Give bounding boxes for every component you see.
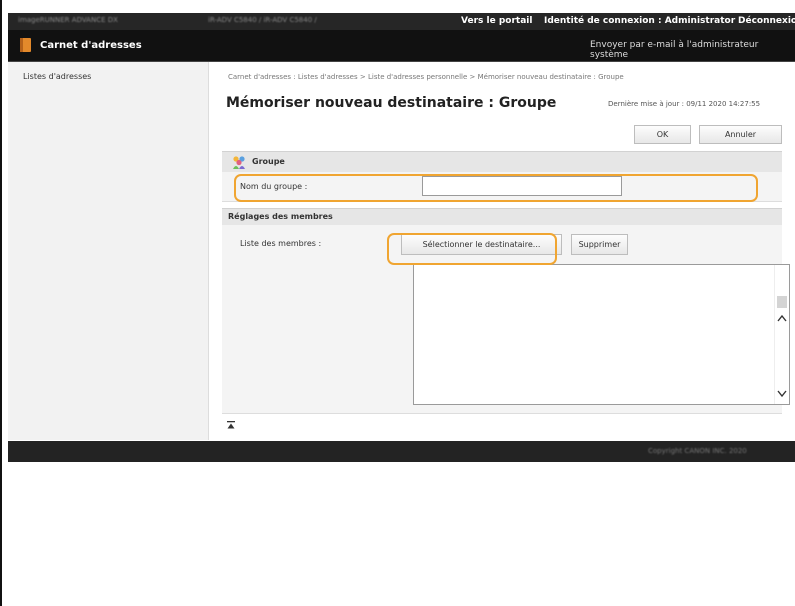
device-name: imageRUNNER ADVANCE DX xyxy=(18,16,118,24)
breadcrumb-separator: > xyxy=(467,73,478,81)
email-admin-link[interactable]: Envoyer par e-mail à l'administrateur sy… xyxy=(590,40,795,60)
cancel-button[interactable]: Annuler xyxy=(699,125,782,144)
member-listbox[interactable] xyxy=(413,264,790,405)
sidebar: Listes d'adresses xyxy=(8,62,209,440)
members-section-heading: Réglages des membres xyxy=(228,212,333,221)
scrollbar-thumb[interactable] xyxy=(777,296,787,308)
group-name-label: Nom du groupe : xyxy=(240,182,308,191)
copyright: Copyright CANON INC. 2020 xyxy=(648,447,747,455)
breadcrumb: Carnet d'adresses : Listes d'adresses > … xyxy=(228,73,624,81)
members-row: Liste des membres : Sélectionner le dest… xyxy=(222,225,790,414)
last-updated: Dernière mise à jour : 09/11 2020 14:27:… xyxy=(608,100,761,108)
sidebar-item-address-lists[interactable]: Listes d'adresses xyxy=(23,72,91,81)
address-book-icon xyxy=(20,38,31,52)
member-list-label: Liste des membres : xyxy=(240,239,322,248)
ok-button[interactable]: OK xyxy=(634,125,691,144)
select-destination-button[interactable]: Sélectionner le destinataire... xyxy=(401,234,562,255)
device-address: iR-ADV C5840 / iR-ADV C5840 / xyxy=(208,16,317,24)
group-section-heading: Groupe xyxy=(252,157,285,166)
group-section-header: Groupe xyxy=(222,151,782,172)
back-to-top-icon[interactable] xyxy=(227,421,235,429)
footer: Copyright CANON INC. 2020 xyxy=(8,441,795,462)
breadcrumb-item-personal-list[interactable]: Liste d'adresses personnelle xyxy=(368,73,467,81)
main-content: Carnet d'adresses : Listes d'adresses > … xyxy=(209,62,795,440)
breadcrumb-separator: > xyxy=(357,73,368,81)
app-title: Carnet d'adresses xyxy=(40,40,142,51)
login-identity: Identité de connexion : Administrator xyxy=(544,16,736,26)
blank-area xyxy=(8,462,795,606)
group-name-row: Nom du groupe : xyxy=(222,172,782,202)
left-edge-line xyxy=(0,0,2,606)
scroll-down-arrow-icon[interactable] xyxy=(775,387,789,399)
breadcrumb-item-current: Mémoriser nouveau destinataire : Groupe xyxy=(477,73,624,81)
breadcrumb-item-address-lists[interactable]: Carnet d'adresses : Listes d'adresses xyxy=(228,73,358,81)
app-header: Carnet d'adresses Envoyer par e-mail à l… xyxy=(8,30,795,62)
top-bar: imageRUNNER ADVANCE DX iR-ADV C5840 / iR… xyxy=(8,13,795,30)
scroll-up-arrow-icon[interactable] xyxy=(775,313,789,325)
member-list-scrollbar[interactable] xyxy=(774,265,789,404)
members-section-header: Réglages des membres xyxy=(222,208,782,226)
page-title: Mémoriser nouveau destinataire : Groupe xyxy=(226,95,557,111)
group-icon xyxy=(233,156,245,169)
portal-link[interactable]: Vers le portail xyxy=(461,16,532,26)
delete-button[interactable]: Supprimer xyxy=(571,234,628,255)
logout-link[interactable]: Déconnexion xyxy=(738,16,795,26)
group-name-input[interactable] xyxy=(422,176,622,196)
